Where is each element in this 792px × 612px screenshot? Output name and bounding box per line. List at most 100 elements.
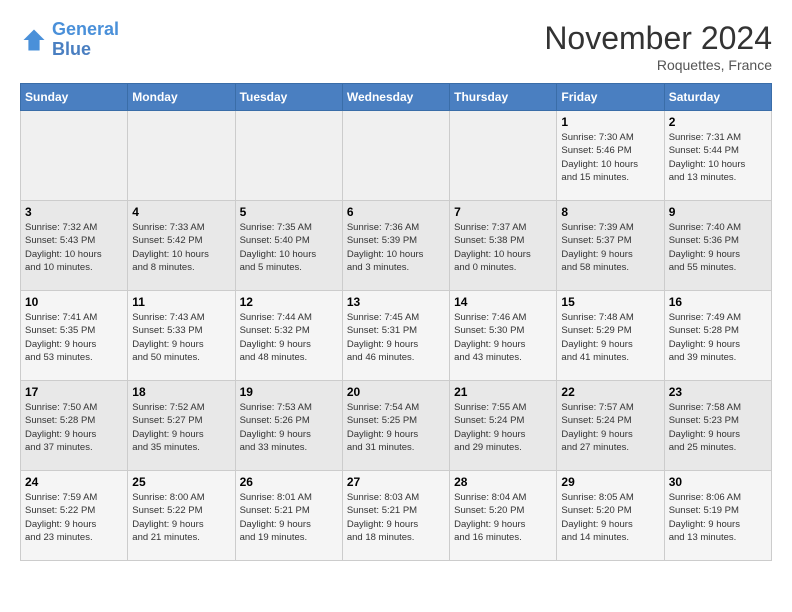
calendar-cell: 19 Sunrise: 7:53 AM Sunset: 5:26 PM Dayli… — [235, 381, 342, 471]
calendar-cell: 8Sunrise: 7:39 AM Sunset: 5:37 PM Daylig… — [557, 201, 664, 291]
day-number: 16 — [669, 295, 767, 309]
day-info: Sunrise: 7:59 AM Sunset: 5:22 PM Dayligh… — [25, 491, 123, 544]
logo-text: General Blue — [52, 20, 119, 60]
day-number: 2 — [669, 115, 767, 129]
day-info: Sunrise: 7:44 AM Sunset: 5:32 PM Dayligh… — [240, 311, 338, 364]
calendar-cell: 21 Sunrise: 7:55 AM Sunset: 5:24 PM Dayli… — [450, 381, 557, 471]
day-number: 11 — [132, 295, 230, 309]
calendar-cell: 25 Sunrise: 8:00 AM Sunset: 5:22 PM Dayli… — [128, 471, 235, 561]
calendar-cell: 7Sunrise: 7:37 AM Sunset: 5:38 PM Daylig… — [450, 201, 557, 291]
calendar-cell: 27Sunrise: 8:03 AM Sunset: 5:21 PM Dayli… — [342, 471, 449, 561]
day-info: Sunrise: 7:50 AM Sunset: 5:28 PM Dayligh… — [25, 401, 123, 454]
day-info: Sunrise: 7:33 AM Sunset: 5:42 PM Dayligh… — [132, 221, 230, 274]
day-info: Sunrise: 7:40 AM Sunset: 5:36 PM Dayligh… — [669, 221, 767, 274]
calendar-cell: 22Sunrise: 7:57 AM Sunset: 5:24 PM Dayli… — [557, 381, 664, 471]
weekday-header-thursday: Thursday — [450, 84, 557, 111]
day-info: Sunrise: 7:54 AM Sunset: 5:25 PM Dayligh… — [347, 401, 445, 454]
calendar-cell: 2 Sunrise: 7:31 AM Sunset: 5:44 PM Daylig… — [664, 111, 771, 201]
calendar-cell: 30Sunrise: 8:06 AM Sunset: 5:19 PM Dayli… — [664, 471, 771, 561]
day-number: 18 — [132, 385, 230, 399]
day-info: Sunrise: 7:53 AM Sunset: 5:26 PM Dayligh… — [240, 401, 338, 454]
day-number: 21 — [454, 385, 552, 399]
week-row-4: 17 Sunrise: 7:50 AM Sunset: 5:28 PM Dayli… — [21, 381, 772, 471]
day-info: Sunrise: 7:46 AM Sunset: 5:30 PM Dayligh… — [454, 311, 552, 364]
day-info: Sunrise: 7:57 AM Sunset: 5:24 PM Dayligh… — [561, 401, 659, 454]
calendar-table: SundayMondayTuesdayWednesdayThursdayFrid… — [20, 83, 772, 561]
week-row-3: 10Sunrise: 7:41 AM Sunset: 5:35 PM Dayli… — [21, 291, 772, 381]
calendar-cell: 20 Sunrise: 7:54 AM Sunset: 5:25 PM Dayli… — [342, 381, 449, 471]
logo-line1: General — [52, 19, 119, 39]
location: Roquettes, France — [544, 57, 772, 73]
calendar-cell: 3 Sunrise: 7:32 AM Sunset: 5:43 PM Daylig… — [21, 201, 128, 291]
calendar-cell — [450, 111, 557, 201]
day-number: 25 — [132, 475, 230, 489]
weekday-header-monday: Monday — [128, 84, 235, 111]
week-row-1: 1 Sunrise: 7:30 AM Sunset: 5:46 PM Daylig… — [21, 111, 772, 201]
day-info: Sunrise: 7:43 AM Sunset: 5:33 PM Dayligh… — [132, 311, 230, 364]
day-number: 5 — [240, 205, 338, 219]
day-info: Sunrise: 7:35 AM Sunset: 5:40 PM Dayligh… — [240, 221, 338, 274]
calendar-cell: 13 Sunrise: 7:45 AM Sunset: 5:31 PM Dayli… — [342, 291, 449, 381]
day-info: Sunrise: 7:41 AM Sunset: 5:35 PM Dayligh… — [25, 311, 123, 364]
calendar-cell: 14 Sunrise: 7:46 AM Sunset: 5:30 PM Dayli… — [450, 291, 557, 381]
title-area: November 2024 Roquettes, France — [544, 20, 772, 73]
month-title: November 2024 — [544, 20, 772, 57]
day-number: 23 — [669, 385, 767, 399]
weekday-header-wednesday: Wednesday — [342, 84, 449, 111]
day-number: 27 — [347, 475, 445, 489]
calendar-cell: 5 Sunrise: 7:35 AM Sunset: 5:40 PM Daylig… — [235, 201, 342, 291]
week-row-5: 24 Sunrise: 7:59 AM Sunset: 5:22 PM Dayli… — [21, 471, 772, 561]
calendar-cell: 6 Sunrise: 7:36 AM Sunset: 5:39 PM Daylig… — [342, 201, 449, 291]
day-info: Sunrise: 7:31 AM Sunset: 5:44 PM Dayligh… — [669, 131, 767, 184]
weekday-header-saturday: Saturday — [664, 84, 771, 111]
calendar-cell: 26Sunrise: 8:01 AM Sunset: 5:21 PM Dayli… — [235, 471, 342, 561]
day-info: Sunrise: 8:05 AM Sunset: 5:20 PM Dayligh… — [561, 491, 659, 544]
day-info: Sunrise: 8:06 AM Sunset: 5:19 PM Dayligh… — [669, 491, 767, 544]
day-info: Sunrise: 7:39 AM Sunset: 5:37 PM Dayligh… — [561, 221, 659, 274]
day-info: Sunrise: 7:32 AM Sunset: 5:43 PM Dayligh… — [25, 221, 123, 274]
day-number: 17 — [25, 385, 123, 399]
day-info: Sunrise: 7:55 AM Sunset: 5:24 PM Dayligh… — [454, 401, 552, 454]
day-info: Sunrise: 7:36 AM Sunset: 5:39 PM Dayligh… — [347, 221, 445, 274]
calendar-cell — [235, 111, 342, 201]
day-number: 20 — [347, 385, 445, 399]
calendar-cell: 24 Sunrise: 7:59 AM Sunset: 5:22 PM Dayli… — [21, 471, 128, 561]
calendar-cell: 18 Sunrise: 7:52 AM Sunset: 5:27 PM Dayli… — [128, 381, 235, 471]
day-number: 14 — [454, 295, 552, 309]
day-info: Sunrise: 7:30 AM Sunset: 5:46 PM Dayligh… — [561, 131, 659, 184]
day-info: Sunrise: 7:45 AM Sunset: 5:31 PM Dayligh… — [347, 311, 445, 364]
day-info: Sunrise: 8:00 AM Sunset: 5:22 PM Dayligh… — [132, 491, 230, 544]
calendar-cell: 10Sunrise: 7:41 AM Sunset: 5:35 PM Dayli… — [21, 291, 128, 381]
day-number: 12 — [240, 295, 338, 309]
day-number: 9 — [669, 205, 767, 219]
calendar-cell: 11 Sunrise: 7:43 AM Sunset: 5:33 PM Dayli… — [128, 291, 235, 381]
logo-icon — [20, 26, 48, 54]
day-info: Sunrise: 7:52 AM Sunset: 5:27 PM Dayligh… — [132, 401, 230, 454]
logo-line2: Blue — [52, 39, 91, 59]
day-info: Sunrise: 7:58 AM Sunset: 5:23 PM Dayligh… — [669, 401, 767, 454]
day-info: Sunrise: 7:48 AM Sunset: 5:29 PM Dayligh… — [561, 311, 659, 364]
calendar-cell: 17 Sunrise: 7:50 AM Sunset: 5:28 PM Dayli… — [21, 381, 128, 471]
calendar-cell: 23 Sunrise: 7:58 AM Sunset: 5:23 PM Dayli… — [664, 381, 771, 471]
calendar-cell: 29 Sunrise: 8:05 AM Sunset: 5:20 PM Dayli… — [557, 471, 664, 561]
weekday-header-row: SundayMondayTuesdayWednesdayThursdayFrid… — [21, 84, 772, 111]
day-number: 4 — [132, 205, 230, 219]
calendar-cell: 28Sunrise: 8:04 AM Sunset: 5:20 PM Dayli… — [450, 471, 557, 561]
day-number: 19 — [240, 385, 338, 399]
day-info: Sunrise: 7:37 AM Sunset: 5:38 PM Dayligh… — [454, 221, 552, 274]
calendar-cell — [21, 111, 128, 201]
logo: General Blue — [20, 20, 119, 60]
weekday-header-tuesday: Tuesday — [235, 84, 342, 111]
calendar-cell: 15 Sunrise: 7:48 AM Sunset: 5:29 PM Dayli… — [557, 291, 664, 381]
day-number: 1 — [561, 115, 659, 129]
calendar-cell: 9 Sunrise: 7:40 AM Sunset: 5:36 PM Daylig… — [664, 201, 771, 291]
day-number: 29 — [561, 475, 659, 489]
day-number: 24 — [25, 475, 123, 489]
calendar-cell: 12 Sunrise: 7:44 AM Sunset: 5:32 PM Dayli… — [235, 291, 342, 381]
weekday-header-friday: Friday — [557, 84, 664, 111]
day-number: 15 — [561, 295, 659, 309]
day-number: 3 — [25, 205, 123, 219]
day-number: 13 — [347, 295, 445, 309]
day-number: 6 — [347, 205, 445, 219]
calendar-cell: 4 Sunrise: 7:33 AM Sunset: 5:42 PM Daylig… — [128, 201, 235, 291]
